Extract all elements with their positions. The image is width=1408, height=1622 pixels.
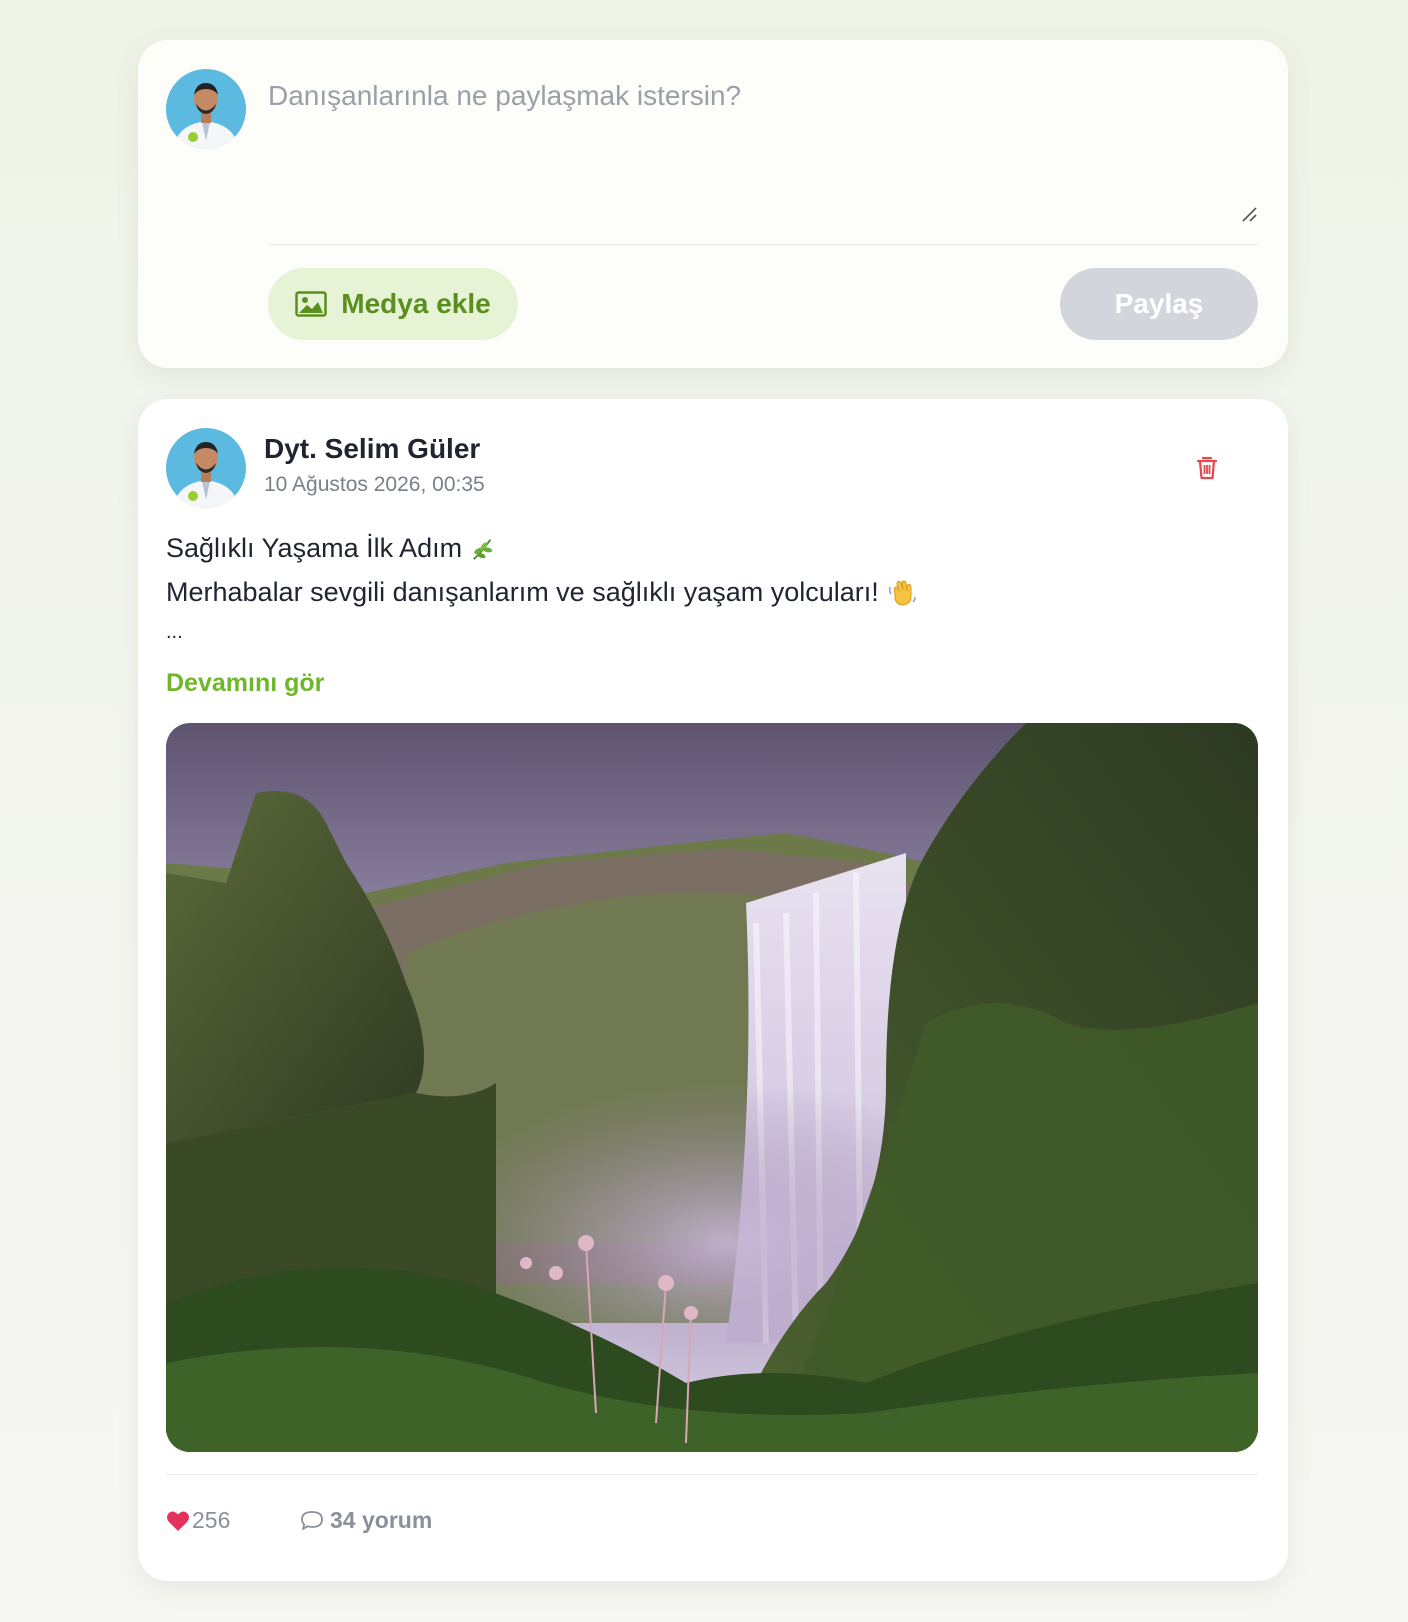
read-more-link[interactable]: Devamını gör (166, 669, 324, 698)
divider (166, 1474, 1258, 1475)
avatar (166, 69, 246, 149)
post-title-text: Sağlıklı Yaşama İlk Adım (166, 533, 463, 563)
post-card: Dyt. Selim Güler 10 Ağustos 2026, 00:35 … (138, 399, 1288, 1581)
post-title-line: Sağlıklı Yaşama İlk Adım (166, 533, 496, 564)
trash-icon (1196, 456, 1218, 480)
add-media-label: Medya ekle (341, 288, 491, 319)
post-body-line: Merhabalar sevgili danışanlarım ve sağlı… (166, 577, 917, 608)
author-name[interactable]: Dyt. Selim Güler (264, 433, 480, 465)
like-button[interactable]: 256 (166, 1507, 230, 1534)
post-text-input[interactable] (268, 80, 1258, 230)
post-ellipsis: ... (166, 621, 183, 643)
like-count: 256 (192, 1507, 231, 1533)
author-avatar[interactable] (166, 428, 246, 508)
post-timestamp: 10 Ağustos 2026, 00:35 (264, 473, 485, 496)
delete-post-button[interactable] (1193, 454, 1221, 482)
add-media-button[interactable]: Medya ekle (268, 268, 518, 340)
waving-hand-icon (888, 579, 916, 606)
post-composer: Medya ekle Paylaş (138, 40, 1288, 368)
post-image[interactable] (166, 723, 1258, 1452)
comment-count: 34 yorum (330, 1507, 433, 1533)
comments-button[interactable]: 34 yorum (300, 1507, 432, 1534)
post-body-text: Merhabalar sevgili danışanlarım ve sağlı… (166, 577, 879, 607)
divider (268, 244, 1258, 245)
image-icon (295, 291, 328, 317)
resize-handle-icon[interactable] (1240, 205, 1258, 223)
heart-icon (167, 1511, 189, 1531)
share-button[interactable]: Paylaş (1060, 268, 1258, 340)
comment-icon (301, 1510, 323, 1530)
herb-icon (473, 538, 493, 560)
